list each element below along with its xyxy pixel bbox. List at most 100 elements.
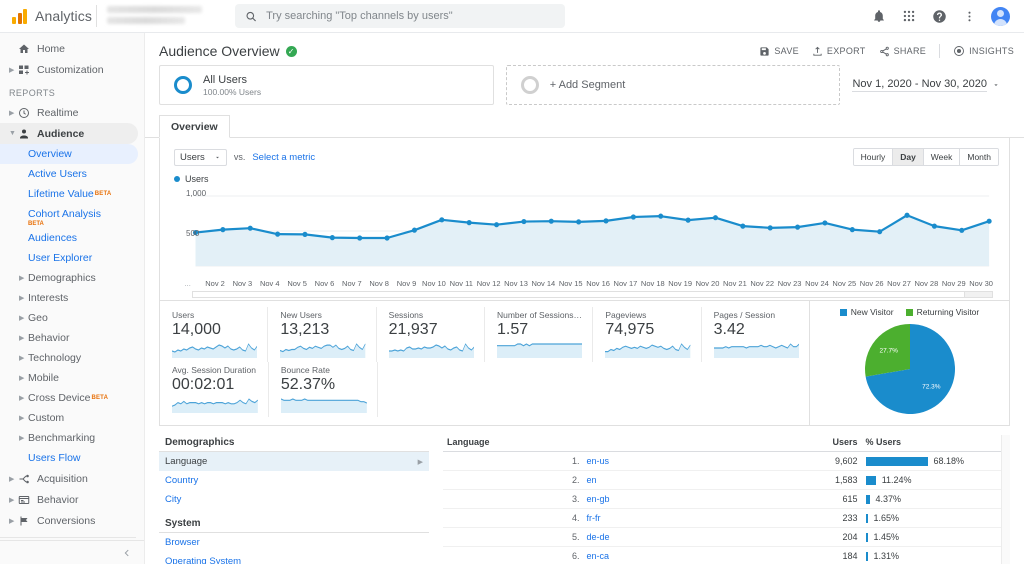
metric-card-sparkline (172, 395, 258, 413)
x-axis-tick: Nov 8 (369, 279, 389, 288)
sidebar-item-lifetime-value[interactable]: Lifetime Value BETA (0, 184, 138, 204)
search-input[interactable] (266, 10, 555, 22)
metric-select[interactable]: Users (174, 148, 227, 166)
language-link[interactable]: en (587, 475, 597, 485)
x-axis-tick: Nov 25 (832, 279, 857, 288)
metric-card[interactable]: Bounce Rate 52.37% (269, 362, 378, 417)
search-bar[interactable] (235, 4, 565, 28)
date-range-picker[interactable]: Nov 1, 2020 - Nov 30, 2020 (852, 65, 1010, 105)
sidebar-item-behavior[interactable]: ▶ Behavior (0, 489, 138, 510)
granularity-week[interactable]: Week (923, 149, 961, 165)
language-link[interactable]: en-gb (587, 494, 610, 504)
avatar[interactable] (991, 6, 1010, 26)
language-link[interactable]: en-us (587, 456, 610, 466)
row-language: en (582, 470, 722, 490)
sidebar-item-users-flow[interactable]: Users Flow (0, 448, 138, 468)
metric-card-label: Avg. Session Duration (172, 365, 256, 375)
sidebar-item-audience[interactable]: ▼ Audience (0, 123, 138, 144)
granularity-hourly[interactable]: Hourly (853, 149, 894, 165)
metric-card[interactable]: Pages / Session 3.42 (702, 307, 809, 362)
search-icon (246, 11, 256, 21)
sidebar: Home ▶ Customization REPORTS ▶ Realtime … (0, 33, 145, 564)
column-header-pct-users[interactable]: % Users (861, 435, 1001, 452)
sidebar-item-overview[interactable]: Overview (0, 144, 138, 164)
row-language: de-de (582, 527, 722, 547)
language-link[interactable]: fr-fr (587, 513, 601, 523)
language-link[interactable]: de-de (587, 532, 610, 542)
dimension-item-label: Operating System (165, 556, 242, 564)
table-body: 1. en-us 9,602 68.18% 2. en 1,583 11.24% 3. en-gb… (443, 451, 1001, 564)
sidebar-item-audiences[interactable]: Audiences (0, 228, 138, 248)
add-segment-button[interactable]: + Add Segment (505, 65, 841, 105)
x-axis-tick: Nov 2 (205, 279, 225, 288)
users-line-chart[interactable]: 1,000 500 (174, 186, 995, 278)
sidebar-item-cross-device[interactable]: ▶ Cross Device BETA (0, 388, 138, 408)
divider (939, 44, 941, 58)
sidebar-item-geo[interactable]: ▶ Geo (0, 308, 138, 328)
dimension-item-operating-system[interactable]: Operating System (159, 552, 429, 564)
x-axis-tick: Nov 23 (777, 279, 802, 288)
select-a-metric-link[interactable]: Select a metric (252, 152, 315, 163)
sidebar-item-user-explorer[interactable]: User Explorer (0, 248, 138, 268)
sidebar-item-customization[interactable]: ▶ Customization (0, 59, 138, 80)
sidebar-item-mobile[interactable]: ▶ Mobile (0, 368, 138, 388)
language-link[interactable]: en-ca (587, 551, 610, 561)
save-button[interactable]: SAVE (759, 46, 799, 57)
metric-card-row: Avg. Session Duration 00:02:01 Bounce Rate… (160, 362, 809, 417)
page-scrollbar[interactable] (1001, 435, 1010, 564)
sidebar-item-active-users[interactable]: Active Users (0, 164, 138, 184)
sidebar-item-realtime[interactable]: ▶ Realtime (0, 102, 138, 123)
more-vertical-icon[interactable] (961, 8, 977, 24)
x-axis-tick: Nov 22 (750, 279, 775, 288)
sidebar-item-benchmarking[interactable]: ▶ Benchmarking (0, 428, 138, 448)
sidebar-item-demographics[interactable]: ▶ Demographics (0, 268, 138, 288)
sidebar-collapse-button[interactable] (0, 540, 144, 564)
metric-card[interactable]: Number of Sessions per User1.57 (485, 307, 594, 362)
metric-card[interactable]: Users 14,000 (160, 307, 269, 362)
row-users: 184 (722, 546, 862, 564)
metric-card[interactable]: Pageviews 74,975 (593, 307, 702, 362)
metric-card[interactable]: New Users 13,213 (268, 307, 377, 362)
sidebar-item-custom[interactable]: ▶ Custom (0, 408, 138, 428)
sidebar-item-acquisition[interactable]: ▶ Acquisition (0, 468, 138, 489)
metric-card[interactable]: Avg. Session Duration 00:02:01 (160, 362, 269, 417)
chevron-right-icon: ▶ (19, 355, 25, 362)
dimension-item-city[interactable]: City (159, 490, 429, 509)
x-axis-tick: Nov 10 (422, 279, 446, 288)
granularity-day[interactable]: Day (893, 149, 924, 165)
dimension-panel: Demographics Language ▶ Country City System Br… (159, 435, 439, 564)
pie-chart-svg[interactable]: 72.3% 27.7% (850, 317, 970, 421)
segment-all-users[interactable]: All Users 100.00% Users (159, 65, 494, 105)
sidebar-item-conversions[interactable]: ▶ Conversions (0, 510, 138, 531)
metric-card[interactable]: Sessions 21,937 (377, 307, 485, 362)
brand[interactable]: Analytics (12, 8, 92, 24)
column-header-language[interactable]: Language (443, 435, 722, 452)
dimension-item-browser[interactable]: Browser (159, 533, 429, 552)
metric-card-sparkline (280, 340, 366, 358)
sidebar-item-audience-label: Audience (37, 127, 85, 140)
sidebar-item-behavior[interactable]: ▶ Behavior (0, 328, 138, 348)
sidebar-item-home[interactable]: Home (0, 38, 138, 59)
dimension-item-country[interactable]: Country (159, 471, 429, 490)
bell-icon[interactable] (871, 8, 887, 24)
x-axis-tick: Nov 20 (695, 279, 720, 288)
sidebar-subitem-label: Active Users (28, 168, 87, 180)
share-button[interactable]: SHARE (879, 46, 927, 57)
tab-overview[interactable]: Overview (159, 115, 230, 138)
granularity-month[interactable]: Month (960, 149, 998, 165)
apps-grid-icon[interactable] (901, 8, 917, 24)
audience-subnav: Overview Active Users Lifetime Value BETA Co… (0, 144, 144, 468)
chart-scrollbar[interactable] (192, 291, 993, 298)
dimension-item-language[interactable]: Language ▶ (159, 452, 429, 471)
main-content: Audience Overview ✓ SAVE EXPORT SHARE IN… (145, 33, 1024, 564)
sidebar-subitem-label: Technology (28, 352, 82, 364)
chevron-right-icon: ▶ (19, 415, 25, 422)
chevron-right-icon: ▶ (19, 295, 25, 302)
property-selector[interactable] (107, 4, 217, 28)
insights-button[interactable]: INSIGHTS (953, 45, 1014, 57)
sidebar-item-technology[interactable]: ▶ Technology (0, 348, 138, 368)
column-header-users[interactable]: Users (722, 435, 862, 452)
sidebar-item-interests[interactable]: ▶ Interests (0, 288, 138, 308)
help-icon[interactable] (931, 8, 947, 24)
export-button[interactable]: EXPORT (812, 46, 866, 57)
